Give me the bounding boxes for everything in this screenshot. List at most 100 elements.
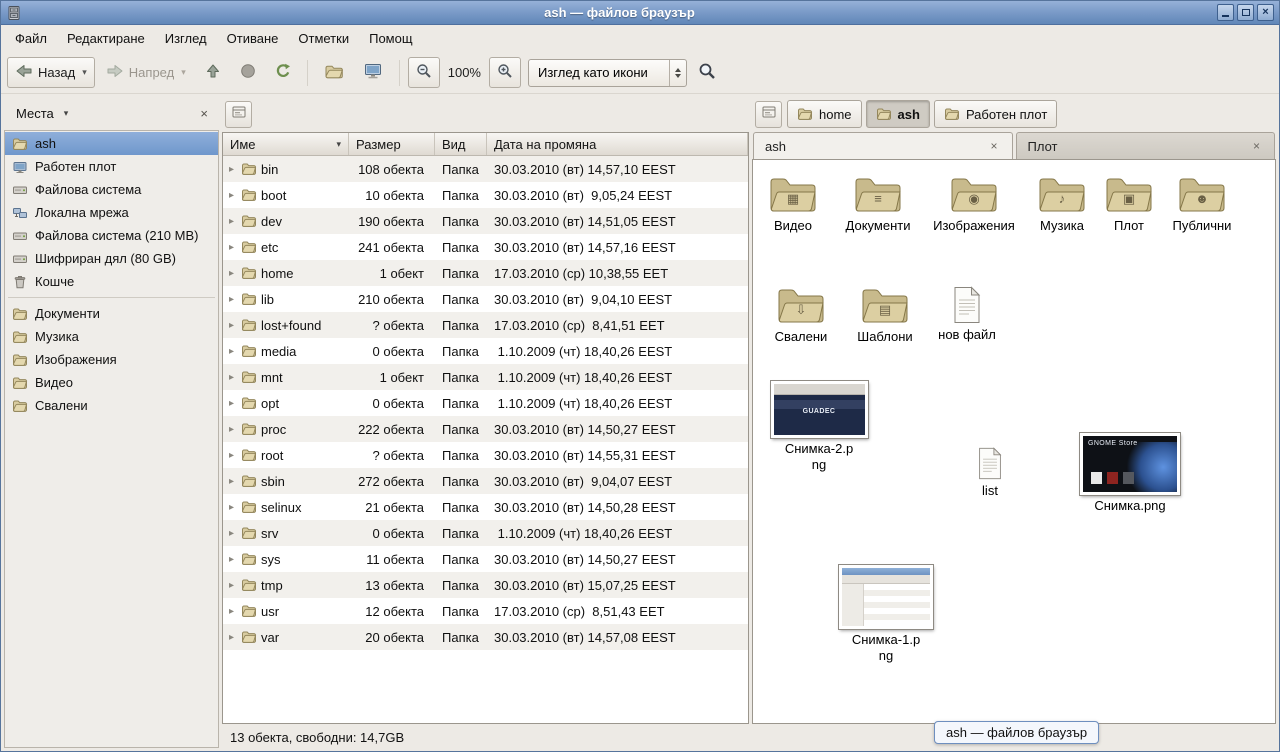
icon-view-item[interactable]: GUADEC Снимка-2.png [767,381,871,472]
expander-icon[interactable]: ▸ [226,450,237,461]
sidebar-item[interactable]: Свалени [5,394,218,417]
icon-view[interactable]: ▦ Видео ≡ Документи ◉ Изображения ♪ Музи… [752,159,1276,724]
sidebar-item[interactable]: Работен плот [5,155,218,178]
icon-view-item[interactable]: ≡ Документи [836,175,920,234]
column-header-date[interactable]: Дата на промяна [487,133,748,155]
icon-view-item[interactable]: Снимка-1.png [834,565,938,663]
file-row[interactable]: ▸ usr 12 обекта Папка 17.03.2010 (ср) 8,… [223,598,748,624]
sidebar-item[interactable]: Локална мрежа [5,201,218,224]
location-toggle-button[interactable] [225,101,252,128]
file-row[interactable]: ▸ bin 108 обекта Папка 30.03.2010 (вт) 1… [223,156,748,182]
column-header-name[interactable]: Име ▾ [223,133,349,155]
file-row[interactable]: ▸ root ? обекта Папка 30.03.2010 (вт) 14… [223,442,748,468]
back-button[interactable]: Назад ▾ [7,57,95,88]
file-row[interactable]: ▸ sys 11 обекта Папка 30.03.2010 (вт) 14… [223,546,748,572]
file-row[interactable]: ▸ lib 210 обекта Папка 30.03.2010 (вт) 9… [223,286,748,312]
titlebar[interactable]: ash — файлов браузър × [1,1,1279,25]
sidebar-item[interactable]: Шифриран дял (80 GB) [5,247,218,270]
sidebar-item[interactable]: Файлова система [5,178,218,201]
computer-button[interactable] [355,57,391,88]
sidebar-view-select[interactable]: Места ▾ [10,102,74,125]
expander-icon[interactable]: ▸ [226,398,237,409]
column-header-type[interactable]: Вид [435,133,487,155]
expander-icon[interactable]: ▸ [226,424,237,435]
expander-icon[interactable]: ▸ [226,372,237,383]
reload-button[interactable] [267,57,299,88]
file-row[interactable]: ▸ lost+found ? обекта Папка 17.03.2010 (… [223,312,748,338]
icon-view-item[interactable]: нов файл [925,286,1009,343]
path-button[interactable]: Работен плот [934,100,1057,128]
minimize-button[interactable] [1217,4,1234,21]
stop-button[interactable] [232,57,264,88]
expander-icon[interactable]: ▸ [226,528,237,539]
icon-view-item[interactable]: GNOME Store Снимка.png [1076,433,1184,514]
expander-icon[interactable]: ▸ [226,346,237,357]
file-row[interactable]: ▸ srv 0 обекта Папка 1.10.2009 (чт) 18,4… [223,520,748,546]
menu-item[interactable]: Помощ [360,27,421,50]
tab-close-icon[interactable]: × [987,139,1000,153]
zoom-out-button[interactable] [408,57,440,88]
icon-view-item[interactable]: ▦ Видео [752,175,835,234]
menu-item[interactable]: Редактиране [58,27,154,50]
expander-icon[interactable]: ▸ [226,216,237,227]
expander-icon[interactable]: ▸ [226,268,237,279]
sort-indicator-icon[interactable]: ▾ [336,139,341,150]
expander-icon[interactable]: ▸ [226,242,237,253]
file-row[interactable]: ▸ media 0 обекта Папка 1.10.2009 (чт) 18… [223,338,748,364]
sidebar-item[interactable]: Музика [5,325,218,348]
sidebar-item[interactable]: Изображения [5,348,218,371]
expander-icon[interactable]: ▸ [226,190,237,201]
up-button[interactable] [197,57,229,88]
expander-icon[interactable]: ▸ [226,554,237,565]
back-dropdown-icon[interactable]: ▾ [82,67,87,78]
file-row[interactable]: ▸ dev 190 обекта Папка 30.03.2010 (вт) 1… [223,208,748,234]
tab[interactable]: ash × [753,132,1013,159]
menu-item[interactable]: Файл [6,27,56,50]
file-row[interactable]: ▸ home 1 обект Папка 17.03.2010 (ср) 10,… [223,260,748,286]
file-row[interactable]: ▸ var 20 обекта Папка 30.03.2010 (вт) 14… [223,624,748,650]
icon-view-item[interactable]: ▤ Шаблони [843,286,927,345]
expander-icon[interactable]: ▸ [226,606,237,617]
icon-view-item[interactable]: ☻ Публични [1160,175,1244,234]
expander-icon[interactable]: ▸ [226,294,237,305]
view-mode-select[interactable]: Изглед като икони [528,59,687,87]
sidebar-close-button[interactable]: × [195,104,213,123]
file-row[interactable]: ▸ etc 241 обекта Папка 30.03.2010 (вт) 1… [223,234,748,260]
file-row[interactable]: ▸ proc 222 обекта Папка 30.03.2010 (вт) … [223,416,748,442]
path-button[interactable]: home [787,100,862,128]
close-button[interactable]: × [1257,4,1274,21]
file-row[interactable]: ▸ mnt 1 обект Папка 1.10.2009 (чт) 18,40… [223,364,748,390]
menu-item[interactable]: Отиване [218,27,288,50]
expander-icon[interactable]: ▸ [226,164,237,175]
file-row[interactable]: ▸ sbin 272 обекта Папка 30.03.2010 (вт) … [223,468,748,494]
menu-item[interactable]: Отметки [289,27,358,50]
sidebar-item[interactable]: ash [5,132,218,155]
file-row[interactable]: ▸ opt 0 обекта Папка 1.10.2009 (чт) 18,4… [223,390,748,416]
icon-view-item[interactable]: ▣ Плот [1087,175,1171,234]
expander-icon[interactable]: ▸ [226,632,237,643]
home-button[interactable] [316,57,352,88]
file-row[interactable]: ▸ selinux 21 обекта Папка 30.03.2010 (вт… [223,494,748,520]
expander-icon[interactable]: ▸ [226,476,237,487]
expander-icon[interactable]: ▸ [226,502,237,513]
file-row[interactable]: ▸ boot 10 обекта Папка 30.03.2010 (вт) 9… [223,182,748,208]
sidebar-item[interactable]: Документи [5,302,218,325]
menu-item[interactable]: Изглед [156,27,216,50]
icon-view-item[interactable]: ◉ Изображения [932,175,1016,234]
sidebar-item[interactable]: Видео [5,371,218,394]
tab-close-icon[interactable]: × [1250,139,1263,153]
maximize-button[interactable] [1237,4,1254,21]
pathbar-toggle-button[interactable] [755,101,782,128]
expander-icon[interactable]: ▸ [226,320,237,331]
forward-button[interactable]: Напред ▾ [98,57,194,88]
view-mode-spinner[interactable] [669,60,686,86]
tab[interactable]: Плот × [1016,132,1276,159]
search-button[interactable] [690,57,724,88]
column-header-size[interactable]: Размер [349,133,435,155]
sidebar-item[interactable]: Кошче [5,270,218,293]
icon-view-item[interactable]: ⇩ Свалени [759,286,843,345]
icon-view-item[interactable]: list [948,447,1032,499]
sidebar-item[interactable]: Файлова система (210 MB) [5,224,218,247]
path-button[interactable]: ash [866,100,930,128]
file-row[interactable]: ▸ tmp 13 обекта Папка 30.03.2010 (вт) 15… [223,572,748,598]
